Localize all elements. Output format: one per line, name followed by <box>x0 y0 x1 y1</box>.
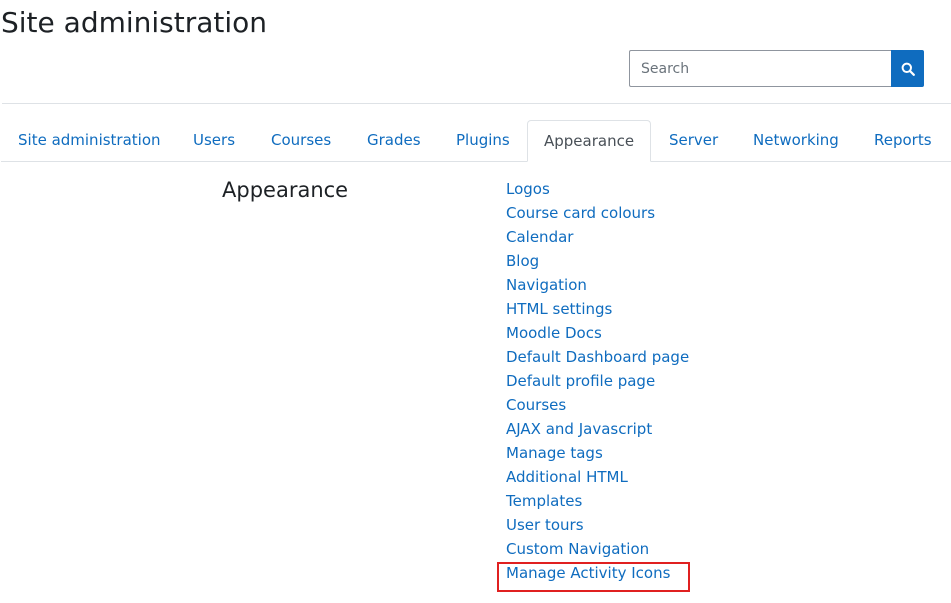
list-item: Calendar <box>506 226 689 250</box>
list-item: Default Dashboard page <box>506 346 689 370</box>
admin-tabs: Site administration Users Courses Grades… <box>1 120 951 162</box>
list-item: Manage Activity Icons <box>506 562 689 586</box>
tab-grades[interactable]: Grades <box>367 120 421 162</box>
list-item: Additional HTML <box>506 466 689 490</box>
list-item: Navigation <box>506 274 689 298</box>
tab-appearance[interactable]: Appearance <box>527 120 652 162</box>
tab-server[interactable]: Server <box>669 120 718 162</box>
tab-courses[interactable]: Courses <box>271 120 331 162</box>
link-default-profile-page[interactable]: Default profile page <box>506 372 655 390</box>
header-divider <box>2 103 951 104</box>
link-manage-tags[interactable]: Manage tags <box>506 444 603 462</box>
search-icon <box>901 62 915 76</box>
tab-plugins[interactable]: Plugins <box>456 120 510 162</box>
section-heading: Appearance <box>222 178 349 202</box>
link-calendar[interactable]: Calendar <box>506 228 573 246</box>
list-item: Manage tags <box>506 442 689 466</box>
tab-users[interactable]: Users <box>193 120 235 162</box>
search-input[interactable] <box>629 50 891 87</box>
list-item: Course card colours <box>506 202 689 226</box>
link-ajax-and-javascript[interactable]: AJAX and Javascript <box>506 420 652 438</box>
appearance-links: Logos Course card colours Calendar Blog … <box>506 178 689 586</box>
link-default-dashboard-page[interactable]: Default Dashboard page <box>506 348 689 366</box>
tab-site-administration[interactable]: Site administration <box>18 120 161 162</box>
search-button[interactable] <box>891 50 924 87</box>
list-item: User tours <box>506 514 689 538</box>
link-logos[interactable]: Logos <box>506 180 550 198</box>
list-item: AJAX and Javascript <box>506 418 689 442</box>
list-item: Default profile page <box>506 370 689 394</box>
link-moodle-docs[interactable]: Moodle Docs <box>506 324 602 342</box>
link-custom-navigation[interactable]: Custom Navigation <box>506 540 649 558</box>
list-item: Moodle Docs <box>506 322 689 346</box>
tab-reports[interactable]: Reports <box>874 120 932 162</box>
link-navigation[interactable]: Navigation <box>506 276 587 294</box>
list-item: Courses <box>506 394 689 418</box>
link-course-card-colours[interactable]: Course card colours <box>506 204 655 222</box>
link-manage-activity-icons[interactable]: Manage Activity Icons <box>506 564 670 582</box>
link-courses[interactable]: Courses <box>506 396 566 414</box>
list-item: Logos <box>506 178 689 202</box>
page-title: Site administration <box>1 6 268 39</box>
tab-networking[interactable]: Networking <box>753 120 839 162</box>
search-form <box>629 50 924 87</box>
site-admin-page: Site administration Site administration … <box>0 0 951 603</box>
list-item: Custom Navigation <box>506 538 689 562</box>
list-item: Templates <box>506 490 689 514</box>
list-item: HTML settings <box>506 298 689 322</box>
link-html-settings[interactable]: HTML settings <box>506 300 612 318</box>
list-item: Blog <box>506 250 689 274</box>
link-additional-html[interactable]: Additional HTML <box>506 468 628 486</box>
link-blog[interactable]: Blog <box>506 252 539 270</box>
link-user-tours[interactable]: User tours <box>506 516 584 534</box>
link-templates[interactable]: Templates <box>506 492 582 510</box>
